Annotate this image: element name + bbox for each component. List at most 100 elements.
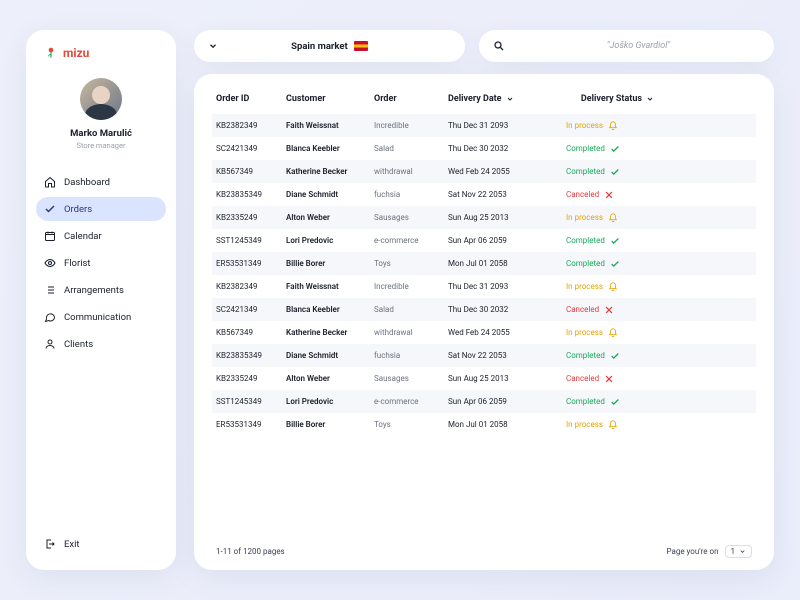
pager-current[interactable]: 1: [725, 545, 753, 558]
table-row[interactable]: SST1245349Lori Predovice-commerceSun Apr…: [212, 229, 756, 252]
col-customer[interactable]: Customer: [286, 94, 374, 104]
sidebar-item-communication[interactable]: Communication: [36, 305, 166, 329]
check-icon: [44, 203, 56, 215]
bell-icon: [608, 282, 618, 292]
sidebar-item-arrangements[interactable]: Arrangements: [36, 278, 166, 302]
exit-label: Exit: [64, 539, 80, 550]
status-text: Completed: [566, 236, 605, 245]
table-row[interactable]: ER53531349Billie BorerToysMon Jul 01 205…: [212, 413, 756, 436]
cell-delivery-date: Mon Jul 01 2058: [448, 259, 548, 268]
cell-delivery-date: Thu Dec 31 2093: [448, 121, 548, 130]
cell-delivery-date: Sun Aug 25 2013: [448, 374, 548, 383]
cell-order-id: KB23835349: [216, 190, 286, 199]
chat-icon: [44, 311, 56, 323]
cell-delivery-status: Completed: [548, 259, 658, 269]
sidebar: mizu Marko Marulić Store manager Dashboa…: [26, 30, 176, 570]
status-text: Canceled: [566, 374, 599, 383]
cell-order: Sausages: [374, 213, 448, 222]
status-text: In process: [566, 420, 603, 429]
table-row[interactable]: SST1245349Lori Predovice-commerceSun Apr…: [212, 390, 756, 413]
pager: 1-11 of 1200 pages Page you're on 1: [212, 535, 756, 560]
person-icon: [44, 338, 56, 350]
cell-delivery-status: In process: [548, 420, 658, 430]
cell-order-id: SST1245349: [216, 236, 286, 245]
cell-customer: Blanca Keebler: [286, 144, 374, 153]
search-box[interactable]: "Joško Gvardiol": [479, 30, 774, 62]
cell-customer: Alton Weber: [286, 213, 374, 222]
cell-customer: Katherine Becker: [286, 328, 374, 337]
col-order[interactable]: Order: [374, 94, 448, 104]
sidebar-item-label: Communication: [64, 312, 131, 323]
market-selector[interactable]: Spain market: [194, 30, 465, 62]
cell-order-id: SC2421349: [216, 305, 286, 314]
cell-order: fuchsia: [374, 190, 448, 199]
status-text: Completed: [566, 397, 605, 406]
status-text: Completed: [566, 144, 605, 153]
spain-flag-icon: [354, 41, 368, 51]
table-row[interactable]: KB567349Katherine BeckerwithdrawalWed Fe…: [212, 321, 756, 344]
sidebar-item-florist[interactable]: Florist: [36, 251, 166, 275]
sidebar-item-orders[interactable]: Orders: [36, 197, 166, 221]
sidebar-item-clients[interactable]: Clients: [36, 332, 166, 356]
cell-order-id: KB2382349: [216, 282, 286, 291]
cell-delivery-status: Canceled: [548, 305, 658, 315]
chevron-down-icon: [506, 95, 514, 103]
pager-label: Page you're on: [666, 547, 718, 556]
status-text: Completed: [566, 167, 605, 176]
col-delivery-date[interactable]: Delivery Date: [448, 94, 548, 104]
table-row[interactable]: KB23835349Diane SchmidtfuchsiaSat Nov 22…: [212, 344, 756, 367]
cell-order-id: KB23835349: [216, 351, 286, 360]
status-text: Canceled: [566, 305, 599, 314]
cell-delivery-date: Sun Apr 06 2059: [448, 397, 548, 406]
pager-summary: 1-11 of 1200 pages: [216, 547, 285, 556]
sidebar-item-label: Clients: [64, 339, 93, 350]
cell-customer: Diane Schmidt: [286, 190, 374, 199]
table-row[interactable]: KB23835349Diane SchmidtfuchsiaSat Nov 22…: [212, 183, 756, 206]
cell-order: Toys: [374, 420, 448, 429]
cell-delivery-status: In process: [548, 121, 658, 131]
col-delivery-status[interactable]: Delivery Status: [548, 94, 658, 104]
user-name: Marko Marulić: [36, 128, 166, 139]
cell-order: Incredible: [374, 121, 448, 130]
table-row[interactable]: SC2421349Blanca KeeblerSaladThu Dec 30 2…: [212, 137, 756, 160]
cell-order: Sausages: [374, 374, 448, 383]
cell-delivery-status: In process: [548, 213, 658, 223]
status-text: In process: [566, 213, 603, 222]
user-profile: Marko Marulić Store manager: [26, 66, 176, 164]
table-header: Order ID Customer Order Delivery Date De…: [212, 90, 756, 114]
sidebar-item-dashboard[interactable]: Dashboard: [36, 170, 166, 194]
sidebar-item-label: Florist: [64, 258, 91, 269]
cell-delivery-date: Thu Dec 30 2032: [448, 305, 548, 314]
table-body: KB2382349Faith WeissnatIncredibleThu Dec…: [212, 114, 756, 535]
cell-order: Incredible: [374, 282, 448, 291]
table-row[interactable]: KB2382349Faith WeissnatIncredibleThu Dec…: [212, 275, 756, 298]
col-order-id[interactable]: Order ID: [216, 94, 286, 104]
cell-delivery-date: Sat Nov 22 2053: [448, 190, 548, 199]
table-row[interactable]: KB567349Katherine BeckerwithdrawalWed Fe…: [212, 160, 756, 183]
check-icon: [610, 167, 620, 177]
table-row[interactable]: KB2335249Alton WeberSausagesSun Aug 25 2…: [212, 206, 756, 229]
home-icon: [44, 176, 56, 188]
exit-button[interactable]: Exit: [26, 532, 176, 556]
cell-order-id: SC2421349: [216, 144, 286, 153]
sidebar-item-label: Orders: [64, 204, 92, 215]
cell-delivery-status: In process: [548, 328, 658, 338]
table-row[interactable]: SC2421349Blanca KeeblerSaladThu Dec 30 2…: [212, 298, 756, 321]
cell-order: fuchsia: [374, 351, 448, 360]
orders-card: Order ID Customer Order Delivery Date De…: [194, 74, 774, 570]
table-row[interactable]: KB2382349Faith WeissnatIncredibleThu Dec…: [212, 114, 756, 137]
avatar: [80, 78, 122, 120]
sidebar-nav: Dashboard Orders Calendar Florist Arrangemen…: [26, 164, 176, 532]
market-label: Spain market: [291, 41, 348, 52]
cell-delivery-date: Wed Feb 24 2055: [448, 167, 548, 176]
cell-order-id: KB2335249: [216, 213, 286, 222]
brand-logo: mizu: [26, 46, 176, 66]
chevron-down-icon: [739, 548, 746, 555]
table-row[interactable]: KB2335249Alton WeberSausagesSun Aug 25 2…: [212, 367, 756, 390]
table-row[interactable]: ER53531349Billie BorerToysMon Jul 01 205…: [212, 252, 756, 275]
bell-icon: [608, 328, 618, 338]
cell-order-id: KB2382349: [216, 121, 286, 130]
sidebar-item-calendar[interactable]: Calendar: [36, 224, 166, 248]
check-icon: [610, 236, 620, 246]
check-icon: [610, 259, 620, 269]
